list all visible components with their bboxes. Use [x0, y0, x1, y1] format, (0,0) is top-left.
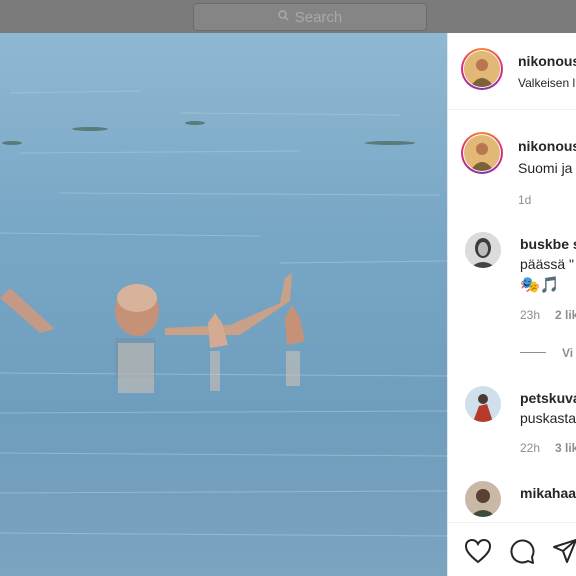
comment-avatar[interactable]	[465, 481, 501, 517]
comment-likes[interactable]: 3 lik	[555, 441, 576, 455]
replies-line	[520, 352, 546, 353]
view-replies-button[interactable]: Vi	[562, 346, 573, 360]
comment-icon[interactable]	[508, 538, 536, 565]
comment-time: 22h	[520, 441, 541, 455]
comment-username[interactable]: petskuva	[520, 390, 576, 406]
caption-story-ring[interactable]	[461, 132, 503, 174]
caption-avatar	[464, 135, 500, 171]
author-story-ring[interactable]	[461, 48, 503, 90]
search-placeholder: Search	[294, 8, 343, 26]
post-author-name[interactable]: nikonous	[518, 53, 576, 69]
caption-time: 1d	[518, 193, 532, 207]
comment-likes[interactable]: 2 lik	[555, 308, 576, 322]
comment-text: puskasta	[520, 410, 576, 426]
caption-author-name[interactable]: nikonous	[518, 138, 576, 154]
comment-text: päässä "	[520, 256, 575, 272]
comment-username[interactable]: buskbe s	[520, 236, 576, 252]
top-bar: Search	[0, 0, 576, 33]
caption-text: Suomi ja	[518, 160, 573, 176]
search-icon	[277, 10, 289, 24]
post-location[interactable]: Valkeisen l	[518, 76, 575, 90]
comment-avatar[interactable]	[465, 232, 501, 268]
comment-emoji: 🎭🎵	[520, 277, 560, 294]
post-photo[interactable]	[0, 33, 447, 576]
author-avatar	[464, 51, 500, 87]
comment-username[interactable]: mikahaa	[520, 485, 576, 501]
comment-time: 23h	[520, 308, 541, 322]
comment-avatar[interactable]	[465, 386, 501, 422]
search-bar[interactable]: Search	[193, 3, 427, 31]
share-icon[interactable]	[552, 538, 576, 564]
header-divider	[448, 109, 576, 110]
actions-divider	[448, 522, 576, 523]
post-side-panel: nikonous Valkeisen l nikonous Suomi ja 1…	[447, 33, 576, 576]
heart-icon[interactable]	[464, 538, 492, 564]
